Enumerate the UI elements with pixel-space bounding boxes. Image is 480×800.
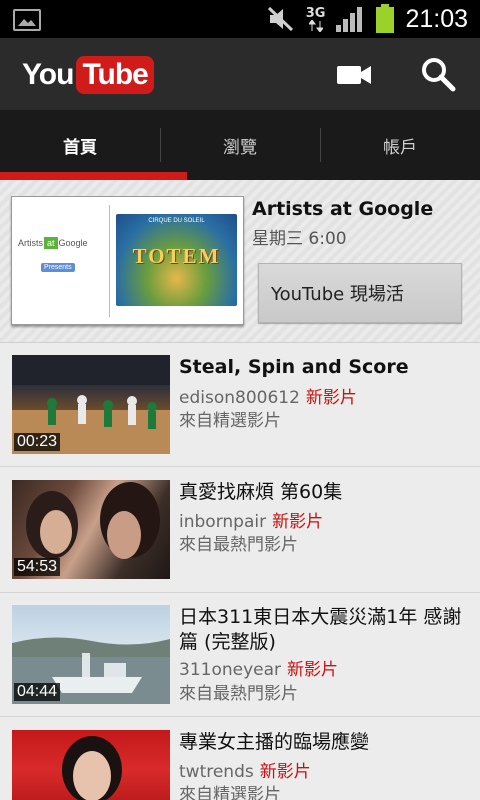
thumb-divider	[109, 205, 110, 317]
video-channel: 311oneyear	[179, 660, 282, 680]
video-duration: 04:44	[14, 683, 61, 701]
video-duration: 00:23	[14, 433, 61, 451]
signal-icon	[336, 7, 363, 32]
video-channel: twtrends	[179, 762, 254, 782]
aag-logo-artists: Artists	[18, 238, 44, 248]
network-indicator: 3G	[305, 5, 326, 32]
video-title: 專業女主播的臨場應變	[179, 731, 370, 753]
new-badge: 新影片	[259, 762, 311, 782]
network-type: 3G	[305, 5, 326, 21]
video-source: 來自最熱門影片	[179, 684, 298, 704]
video-source: 來自最熱門影片	[179, 535, 298, 555]
logo-you-text: You	[22, 58, 74, 91]
presents-label: Presents	[41, 263, 75, 272]
promo-time: 星期三 6:00	[252, 229, 347, 249]
data-arrows-icon	[308, 19, 323, 32]
video-thumbnail[interactable]: 54:53	[12, 480, 170, 579]
thumbnail-art	[62, 736, 122, 800]
video-thumbnail[interactable]	[12, 730, 170, 800]
youtube-logo[interactable]: You Tube	[22, 56, 154, 94]
tab-browse[interactable]: 瀏覽	[160, 110, 320, 180]
new-badge: 新影片	[272, 512, 324, 532]
totem-poster: CIRQUE DU SOLEIL TOTEM	[116, 214, 237, 306]
search-button[interactable]	[418, 54, 462, 94]
video-duration: 54:53	[14, 558, 61, 576]
logo-tube-text: Tube	[76, 56, 154, 94]
totem-top-text: CIRQUE DU SOLEIL	[148, 218, 205, 224]
promo-title[interactable]: Artists at Google	[252, 198, 433, 220]
upload-video-button[interactable]	[334, 54, 378, 94]
video-title: 真愛找麻煩 第60集	[179, 481, 343, 503]
app-bar: You Tube	[0, 38, 480, 110]
clock: 21:03	[405, 4, 468, 33]
mute-icon	[267, 6, 293, 32]
video-item[interactable]: 54:53 真愛找麻煩 第60集 inbornpair 新影片 來自最熱門影片	[0, 467, 480, 593]
search-icon	[422, 58, 456, 92]
video-item[interactable]: 00:23 Steal, Spin and Score edison800612…	[0, 343, 480, 467]
tab-account[interactable]: 帳戶	[320, 110, 480, 180]
video-meta: inbornpair 新影片	[179, 507, 323, 532]
video-title: Steal, Spin and Score	[179, 356, 409, 378]
artists-at-google-logo: Artists at Google	[18, 237, 88, 249]
youtube-live-button[interactable]: YouTube 現場活	[258, 263, 462, 323]
aag-logo-at: at	[44, 237, 58, 249]
video-source: 來自精選影片	[179, 785, 281, 800]
tab-bar: 首頁 瀏覽 帳戶	[0, 110, 480, 180]
video-thumbnail[interactable]: 04:44	[12, 605, 170, 704]
video-title: 日本311東日本大震災滿1年 感謝篇 (完整版)	[179, 606, 462, 653]
video-meta: twtrends 新影片	[179, 757, 311, 782]
totem-word: TOTEM	[132, 244, 221, 268]
battery-icon	[376, 4, 395, 33]
new-badge: 新影片	[287, 660, 339, 680]
video-channel: edison800612	[179, 388, 300, 408]
video-source: 來自精選影片	[179, 411, 281, 431]
tab-home[interactable]: 首頁	[0, 110, 160, 180]
video-item[interactable]: 04:44 日本311東日本大震災滿1年 感謝篇 (完整版) 311oneyea…	[0, 593, 480, 717]
status-bar: 3G 21:03	[0, 0, 480, 38]
video-meta: 311oneyear 新影片	[179, 655, 338, 680]
video-channel: inbornpair	[179, 512, 267, 532]
new-badge: 新影片	[305, 388, 357, 408]
video-meta: edison800612 新影片	[179, 383, 357, 408]
video-item[interactable]: 專業女主播的臨場應變 twtrends 新影片 來自精選影片	[0, 717, 480, 800]
video-camera-icon	[337, 66, 371, 84]
aag-logo-google: Google	[58, 238, 88, 248]
promo-thumbnail[interactable]: Artists at Google Presents CIRQUE DU SOL…	[11, 196, 244, 325]
image-notification-icon	[13, 9, 41, 31]
video-thumbnail[interactable]: 00:23	[12, 355, 170, 454]
active-tab-indicator	[0, 172, 187, 180]
